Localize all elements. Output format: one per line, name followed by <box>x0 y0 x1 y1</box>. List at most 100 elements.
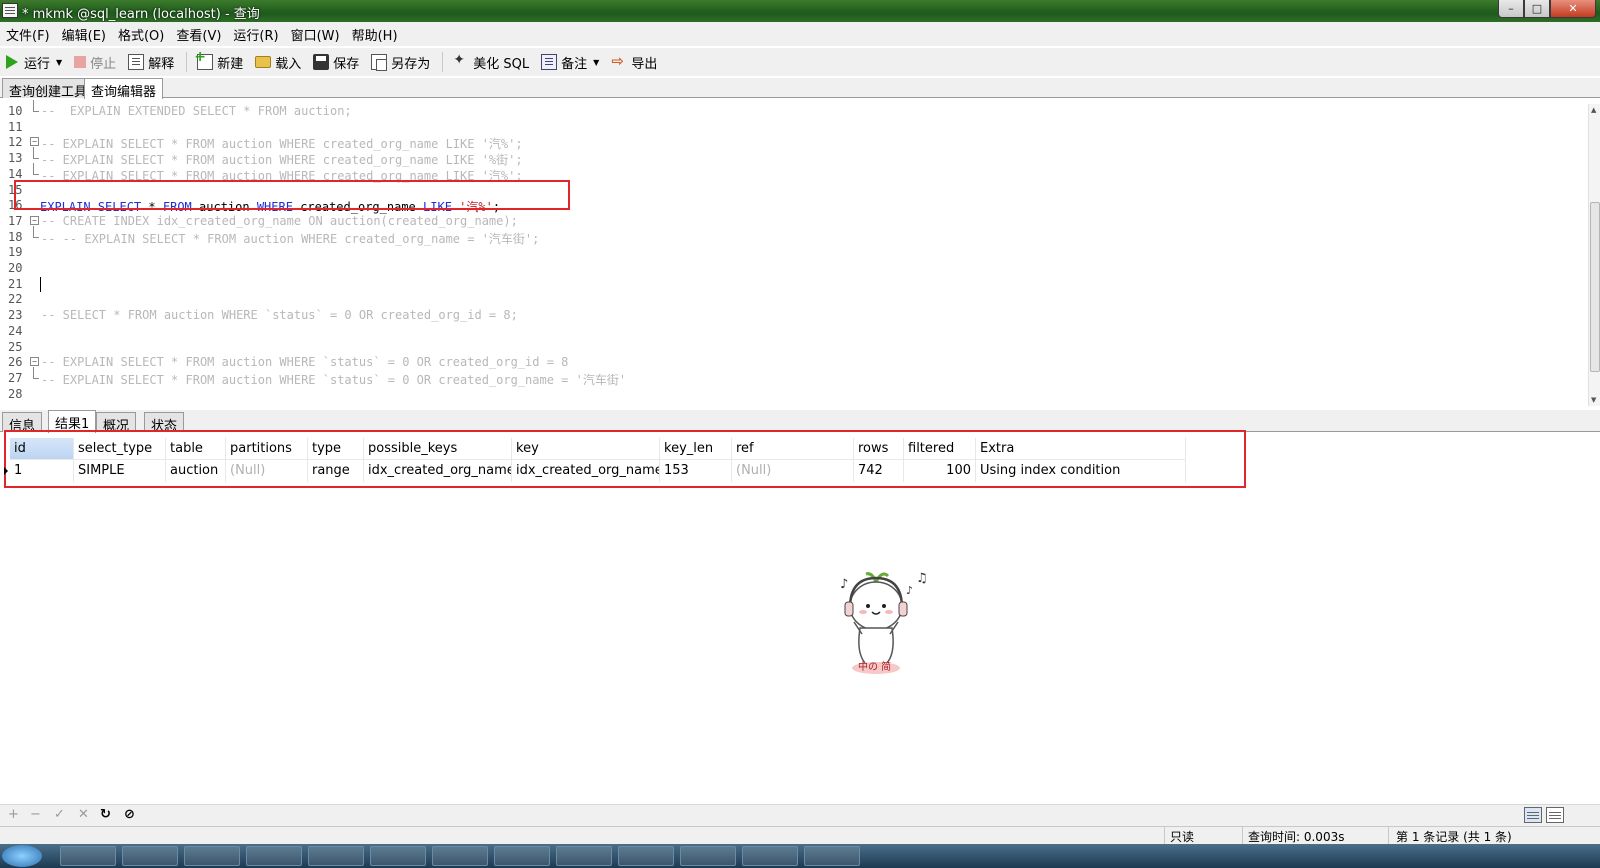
column-header-type[interactable]: type <box>308 438 364 460</box>
run-button[interactable]: 运行 ▼ <box>6 53 62 72</box>
line-number: 27 <box>8 370 23 385</box>
cell-table[interactable]: auction <box>166 460 226 482</box>
editor-line[interactable]: 17− -- CREATE INDEX idx_created_org_name … <box>0 214 1588 229</box>
menu-edit[interactable]: 编辑(E) <box>62 25 106 44</box>
add-record-icon[interactable]: + <box>8 807 19 822</box>
cell-id[interactable]: 1 <box>10 460 74 482</box>
fold-toggle-icon[interactable]: − <box>30 137 39 147</box>
scroll-up-icon[interactable]: ▲ <box>1591 106 1596 114</box>
cell-rows[interactable]: 742 <box>854 460 904 482</box>
column-header-filtered[interactable]: filtered <box>904 438 976 460</box>
maximize-button[interactable]: □ <box>1524 0 1550 18</box>
apply-changes-icon[interactable]: ✓ <box>54 807 65 822</box>
status-divider <box>1242 827 1243 845</box>
editor-line[interactable]: 19 <box>0 245 1588 260</box>
save-as-button[interactable]: 另存为 <box>371 53 430 72</box>
menu-view[interactable]: 查看(V) <box>176 25 221 44</box>
editor-line[interactable]: 22 <box>0 292 1588 307</box>
tab-profile[interactable]: 概况 <box>96 412 137 434</box>
editor-line[interactable]: 26− -- EXPLAIN SELECT * FROM auction WHER… <box>0 355 1588 370</box>
column-header-ref[interactable]: ref <box>732 438 854 460</box>
cell-key_len[interactable]: 153 <box>660 460 732 482</box>
taskbar-item[interactable] <box>742 846 798 866</box>
cell-type[interactable]: range <box>308 460 364 482</box>
cell-ref[interactable]: (Null) <box>732 460 854 482</box>
taskbar-item[interactable] <box>60 846 116 866</box>
chevron-down-icon[interactable]: ▼ <box>56 58 62 67</box>
cell-filtered[interactable]: 100 <box>904 460 976 482</box>
taskbar-item[interactable] <box>618 846 674 866</box>
taskbar-item[interactable] <box>370 846 426 866</box>
editor-scrollbar[interactable]: ▲ ▼ <box>1588 104 1600 406</box>
cell-extra[interactable]: Using index condition <box>976 460 1186 482</box>
discard-changes-icon[interactable]: ✕ <box>78 807 89 822</box>
menu-file[interactable]: 文件(F) <box>6 25 50 44</box>
note-button[interactable]: 备注 ▼ <box>541 53 599 72</box>
chevron-down-icon[interactable]: ▼ <box>593 58 599 67</box>
cell-select_type[interactable]: SIMPLE <box>74 460 166 482</box>
cell-key[interactable]: idx_created_org_name <box>512 460 660 482</box>
tab-info[interactable]: 信息 <box>2 412 43 434</box>
taskbar-item[interactable] <box>246 846 302 866</box>
scrollbar-thumb[interactable] <box>1590 202 1600 372</box>
tab-status[interactable]: 状态 <box>144 412 185 434</box>
form-view-icon[interactable] <box>1546 807 1564 823</box>
stop-button[interactable]: 停止 <box>74 53 116 72</box>
editor-line[interactable]: 18 -- -- EXPLAIN SELECT * FROM auction WH… <box>0 225 1588 246</box>
editor-line[interactable]: 11 <box>0 120 1588 135</box>
menu-format[interactable]: 格式(O) <box>118 25 164 44</box>
editor-line[interactable]: 27 -- EXPLAIN SELECT * FROM auction WHERE… <box>0 366 1588 387</box>
grid-view-icon[interactable] <box>1524 807 1542 823</box>
export-button[interactable]: 导出 <box>611 52 657 72</box>
cell-possible_keys[interactable]: idx_created_org_name <box>364 460 512 482</box>
editor-line[interactable]: 28 <box>0 387 1588 402</box>
minimize-button[interactable]: – <box>1498 0 1524 18</box>
save-button[interactable]: 保存 <box>313 53 359 72</box>
column-header-partitions[interactable]: partitions <box>226 438 308 460</box>
delete-record-icon[interactable]: − <box>30 807 41 822</box>
column-header-rows[interactable]: rows <box>854 438 904 460</box>
editor-line[interactable]: 24 <box>0 324 1588 339</box>
column-header-key_len[interactable]: key_len <box>660 438 732 460</box>
editor-line[interactable]: 12− -- EXPLAIN SELECT * FROM auction WHER… <box>0 135 1588 151</box>
column-header-select_type[interactable]: select_type <box>74 438 166 460</box>
column-header-key[interactable]: key <box>512 438 660 460</box>
editor-line[interactable]: 10 -- EXPLAIN EXTENDED SELECT * FROM auct… <box>0 100 1588 119</box>
fold-toggle-icon[interactable]: − <box>30 357 39 367</box>
sql-editor[interactable]: 10 -- EXPLAIN EXTENDED SELECT * FROM auct… <box>0 100 1588 410</box>
taskbar-item[interactable] <box>556 846 612 866</box>
taskbar-item[interactable] <box>308 846 364 866</box>
menu-run[interactable]: 运行(R) <box>233 25 278 44</box>
refresh-icon[interactable]: ↻ <box>100 807 111 822</box>
new-button[interactable]: 新建 <box>194 49 243 72</box>
taskbar-item[interactable] <box>432 846 488 866</box>
start-button[interactable] <box>2 845 42 867</box>
fold-toggle-icon[interactable]: − <box>30 215 39 225</box>
column-header-extra[interactable]: Extra <box>976 438 1186 460</box>
taskbar-item[interactable] <box>494 846 550 866</box>
tab-query-builder[interactable]: 查询创建工具 <box>2 78 95 100</box>
taskbar-item[interactable] <box>680 846 736 866</box>
explain-button[interactable]: 解释 <box>128 53 174 72</box>
beautify-sql-button[interactable]: 美化 SQL <box>453 52 529 72</box>
table-row[interactable]: 1 SIMPLE auction (Null) range idx_created_org… <box>4 460 1210 482</box>
column-header-possible_keys[interactable]: possible_keys <box>364 438 512 460</box>
editor-line[interactable]: 23 -- SELECT * FROM auction WHERE `status… <box>0 308 1588 323</box>
editor-line[interactable]: 20 <box>0 261 1588 276</box>
editor-line[interactable]: 21 <box>0 277 1588 292</box>
column-header-table[interactable]: table <box>166 438 226 460</box>
taskbar-item[interactable] <box>804 846 860 866</box>
tab-query-editor[interactable]: 查询编辑器 <box>84 78 164 100</box>
close-button[interactable]: ✕ <box>1550 0 1596 18</box>
stop-icon[interactable]: ⊘ <box>124 807 135 822</box>
editor-line[interactable]: 13 -- EXPLAIN SELECT * FROM auction WHERE… <box>0 147 1588 167</box>
cell-partitions[interactable]: (Null) <box>226 460 308 482</box>
scroll-down-icon[interactable]: ▼ <box>1591 396 1596 404</box>
menu-window[interactable]: 窗口(W) <box>291 25 340 44</box>
load-button[interactable]: 载入 <box>255 53 301 72</box>
taskbar-item[interactable] <box>184 846 240 866</box>
taskbar-item[interactable] <box>122 846 178 866</box>
menu-help[interactable]: 帮助(H) <box>352 25 398 44</box>
column-header-id[interactable]: id <box>10 438 74 460</box>
editor-line[interactable]: 25 <box>0 340 1588 355</box>
